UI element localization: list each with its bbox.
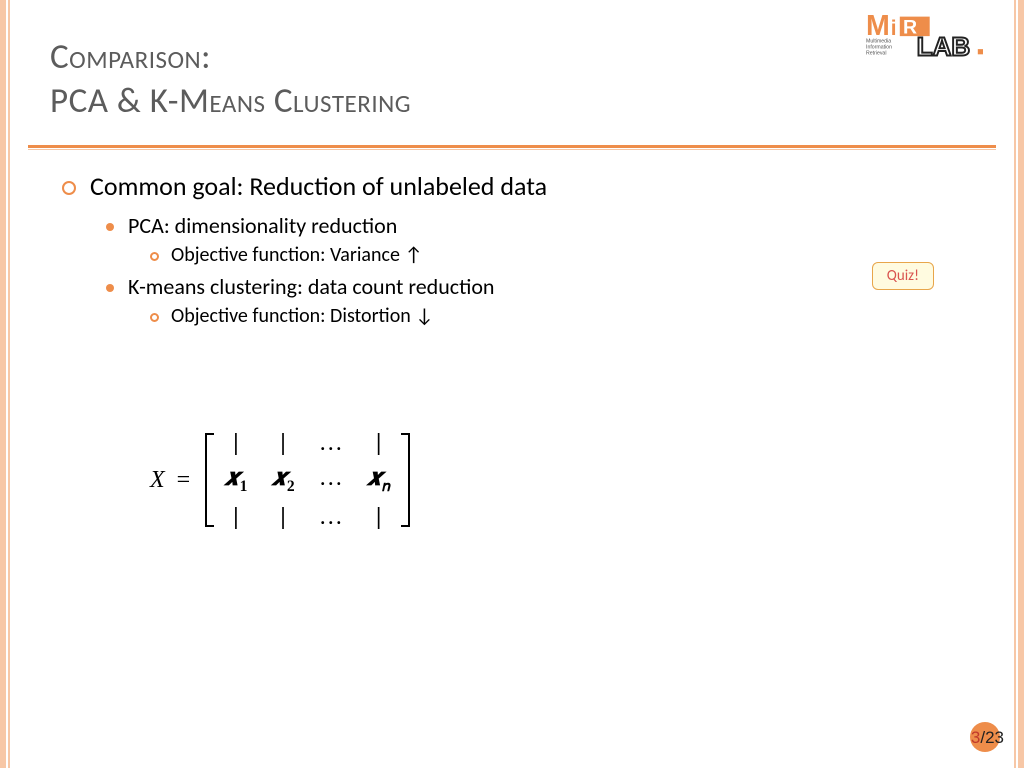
bullet-pca-sub-text: Objective function: Variance ↑ [171,243,423,267]
mir-lab-logo: M i R Multimedia Information Retrieval L… [866,10,996,72]
bullet-kmeans-sub: Objective function: Distortion ↓ [150,304,964,328]
matrix-cell: 𝒙2 [271,465,294,496]
bullet-kmeans: K-means clustering: data count reduction [106,273,964,300]
page-number: 3/23 [971,728,1004,748]
equation-lhs: X [150,467,165,494]
matrix-cell: | [271,430,294,457]
ring-bullet-icon [150,252,159,261]
left-bracket-icon [202,432,216,528]
page-current: 3 [971,728,980,747]
matrix-cell: … [319,504,343,531]
content-area: Common goal: Reduction of unlabeled data… [62,170,964,334]
svg-text:Multimedia: Multimedia [866,39,891,45]
svg-text:M: M [866,10,890,42]
matrix-cell: … [319,465,343,496]
accent-rule [28,145,996,151]
ring-bullet-icon [150,313,159,322]
slide-title: Comparison: PCA & K-Means Clustering [50,36,834,124]
bullet-main: Common goal: Reduction of unlabeled data [62,170,964,202]
bullet-pca-sub: Objective function: Variance ↑ [150,243,964,267]
bullet-pca-text: PCA: dimensionality reduction [128,212,397,239]
matrix-cell: | [367,430,391,457]
matrix-cell: | [367,504,391,531]
title-line-1: Comparison: [50,36,834,80]
disc-bullet-icon [106,284,114,292]
page-total: 23 [985,728,1004,747]
equation-equals: = [177,467,191,494]
matrix-cell: 𝒙𝑛 [367,465,391,496]
disc-bullet-icon [106,223,114,231]
svg-text:R: R [903,17,917,39]
equation-x-matrix: X = | | … | 𝒙1 𝒙2 … 𝒙𝑛 | | … | [150,430,413,531]
bullet-kmeans-sub-text: Objective function: Distortion ↓ [171,304,433,328]
svg-text:Information: Information [866,44,892,50]
matrix-cell: | [224,504,247,531]
svg-text:Retrieval: Retrieval [866,50,886,56]
bullet-kmeans-text: K-means clustering: data count reduction [128,273,494,300]
svg-text:LAB: LAB [917,32,970,62]
matrix-body: | | … | 𝒙1 𝒙2 … 𝒙𝑛 | | … | [224,430,390,531]
bullet-pca: PCA: dimensionality reduction [106,212,964,239]
bullet-main-text: Common goal: Reduction of unlabeled data [90,170,547,202]
matrix-cell: … [319,430,343,457]
title-line-2: PCA & K-Means Clustering [50,80,834,124]
matrix-cell: | [271,504,294,531]
matrix-cell: 𝒙1 [224,465,247,496]
matrix-cell: | [224,430,247,457]
ring-bullet-icon [62,181,76,195]
quiz-badge: Quiz! [872,262,934,290]
svg-text:i: i [891,17,897,40]
right-bracket-icon [399,432,413,528]
